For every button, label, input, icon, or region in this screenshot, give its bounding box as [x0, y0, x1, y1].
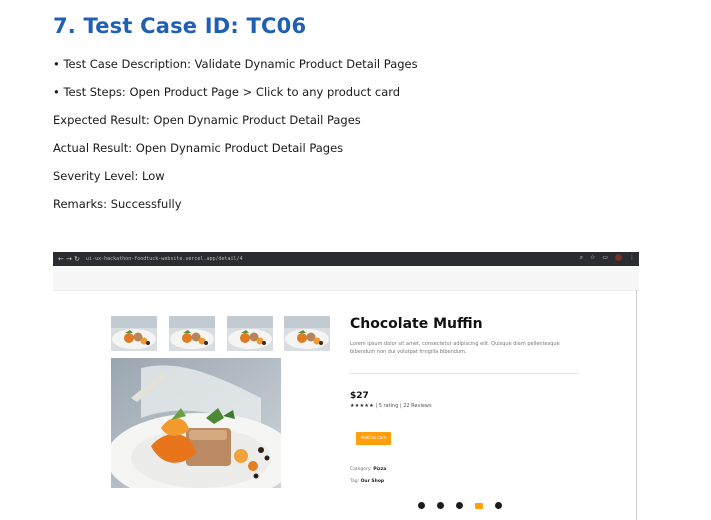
product-category: Category: Pizza — [350, 467, 386, 472]
actual-result: Actual Result: Open Dynamic Product Deta… — [53, 141, 344, 155]
page-edge — [636, 290, 637, 520]
tag-value[interactable]: Our Shop — [361, 479, 385, 484]
severity-level: Severity Level: Low — [53, 169, 165, 183]
test-case-heading: 7. Test Case ID: TC06 — [53, 14, 307, 38]
divider — [350, 373, 578, 374]
category-value[interactable]: Pizza — [373, 467, 386, 472]
menu-icon[interactable]: ⋮ — [629, 254, 635, 262]
browser-nav-icons[interactable]: ← → ↻ — [58, 255, 80, 263]
product-thumbnail[interactable] — [284, 316, 330, 351]
search-icon[interactable]: ⌕ — [580, 254, 583, 262]
product-title: Chocolate Muffin — [350, 316, 483, 332]
expected-result: Expected Result: Open Dynamic Product De… — [53, 113, 361, 127]
rating-stars-icon: ★★★★★ — [350, 403, 374, 409]
product-main-image — [111, 358, 281, 488]
social-links — [418, 502, 502, 509]
add-to-cart-button[interactable]: Add to cart — [356, 432, 391, 445]
pinterest-icon[interactable] — [495, 502, 502, 509]
rating-text: | 5 rating | 22 Reviews — [375, 403, 432, 409]
test-steps: • Test Steps: Open Product Page > Click … — [53, 85, 401, 99]
product-thumbnail[interactable] — [169, 316, 215, 351]
test-case-description: • Test Case Description: Validate Dynami… — [53, 57, 418, 71]
profile-icon[interactable] — [615, 254, 622, 261]
extensions-icon[interactable]: ▭ — [602, 254, 608, 262]
category-label: Category: — [350, 467, 372, 472]
product-tag: Tag: Our Shop — [350, 479, 384, 484]
facebook-icon[interactable] — [418, 502, 425, 509]
instagram-icon[interactable] — [456, 502, 463, 509]
product-rating: ★★★★★ | 5 rating | 22 Reviews — [350, 403, 432, 409]
product-thumbnail[interactable] — [227, 316, 273, 351]
product-price: $27 — [350, 391, 369, 401]
product-thumbnail[interactable] — [111, 316, 157, 351]
youtube-icon[interactable] — [475, 502, 483, 509]
address-bar[interactable]: ui-ux-hackathon-foodtuck-website.vercel.… — [86, 256, 243, 262]
product-description: Lorem ipsum dolor sit amet, consectetur … — [350, 341, 560, 355]
site-header — [53, 266, 639, 291]
tag-label: Tag: — [350, 479, 360, 484]
remarks: Remarks: Successfully — [53, 197, 182, 211]
browser-toolbar: ← → ↻ ui-ux-hackathon-foodtuck-website.v… — [53, 252, 639, 266]
product-detail-screenshot: ← → ↻ ui-ux-hackathon-foodtuck-website.v… — [53, 252, 639, 520]
twitter-icon[interactable] — [437, 502, 444, 509]
star-icon[interactable]: ☆ — [590, 254, 595, 262]
